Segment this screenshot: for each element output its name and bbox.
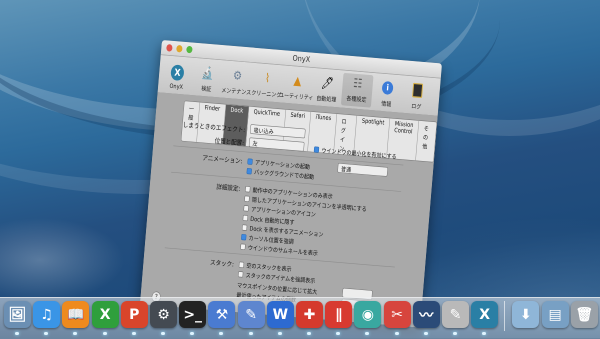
running-indicator — [161, 332, 165, 335]
word-icon[interactable]: W — [266, 301, 294, 328]
running-indicator — [102, 332, 107, 335]
toolbar-onyx[interactable]: X OnyX — [161, 55, 194, 95]
broom-icon: ⌇ — [264, 70, 271, 86]
toolbar-verify[interactable]: 🔬 検証 — [191, 58, 224, 98]
detail-label: 詳細設定: — [216, 182, 241, 193]
anim-speed-popup[interactable]: 普通 — [337, 162, 389, 177]
screenshot-app-icon[interactable]: ◉ — [354, 301, 382, 328]
switch-icon: ☷ — [352, 75, 363, 91]
toolbar-parameters[interactable]: ☷ 各種設定 — [340, 72, 374, 108]
script-editor-icon[interactable]: ✎ — [442, 301, 469, 328]
documents-folder-icon[interactable]: ▤ — [541, 301, 569, 328]
toolbar-label: メンテナンス — [220, 87, 252, 97]
gear-icon: ⚙ — [232, 67, 243, 83]
tab-other[interactable]: その他 — [416, 121, 437, 162]
trash-icon[interactable]: 🗑 — [570, 301, 598, 328]
onyx-window: OnyX X OnyX 🔬 検証 ⚙ メンテナンス ⌇ クリーニング ▲ ユーテ… — [140, 40, 442, 328]
itunes-icon[interactable]: ♫ — [33, 301, 61, 328]
running-indicator — [15, 332, 19, 335]
downloads-folder-icon[interactable]: ⬇ — [512, 301, 540, 328]
toolbar-utilities[interactable]: ▲ ユーティリティ — [278, 65, 314, 105]
utility-icon: ▲ — [293, 72, 303, 88]
checkbox-box — [247, 158, 253, 165]
microscope-icon: 🔬 — [200, 65, 215, 81]
toolbar-label: 検証 — [200, 85, 212, 94]
activity-monitor-icon[interactable]: 〰 — [412, 301, 440, 328]
stack-label: スタック: — [209, 258, 235, 269]
preview-app-icon[interactable]: 🖼 — [4, 301, 31, 328]
checkbox-box — [245, 185, 251, 193]
toolbar-label: 各種設定 — [346, 95, 367, 104]
checkbox-box — [313, 146, 320, 153]
checkbox-box — [246, 167, 253, 175]
cross-app-icon[interactable]: ✚ — [296, 301, 323, 328]
toolbar-label: クリーニング — [250, 89, 282, 99]
checkbox-box — [243, 204, 249, 212]
toolbar-maintenance[interactable]: ⚙ メンテナンス — [221, 60, 254, 100]
toolbar-label: ユーティリティ — [278, 92, 314, 102]
info-icon: i — [379, 78, 396, 97]
settings-pane: 一般 Finder Dock QuickTime Safari iTunes ロ… — [140, 92, 438, 328]
running-indicator — [131, 332, 136, 335]
toolbar-label: 自動処理 — [315, 95, 337, 104]
running-indicator — [277, 332, 282, 335]
animation-label: アニメーション: — [202, 153, 243, 166]
onyx-x-icon: X — [169, 63, 186, 82]
xcode-icon[interactable]: ⚒ — [208, 301, 236, 328]
onyx-icon[interactable]: X — [471, 301, 499, 328]
excel-icon[interactable]: X — [91, 301, 119, 328]
running-indicator — [423, 332, 428, 335]
toolbar-info[interactable]: i 情報 — [371, 73, 404, 113]
log-icon — [409, 81, 426, 100]
checkbox-box — [240, 243, 246, 250]
running-indicator — [394, 332, 399, 335]
steam-icon[interactable]: ⚙ — [150, 301, 177, 328]
running-indicator — [307, 332, 311, 335]
toolbar-label: OnyX — [169, 82, 184, 91]
toolbar-label: 情報 — [380, 100, 392, 109]
checkbox-box — [238, 261, 245, 268]
checkbox-box — [242, 214, 249, 221]
toolbar-automation[interactable]: 🖊 自動処理 — [311, 68, 344, 108]
dock-separator — [504, 301, 506, 331]
checkbox-box — [241, 224, 248, 231]
ibooks-icon[interactable]: 📖 — [62, 301, 90, 328]
terminal-icon[interactable]: >_ — [179, 301, 207, 328]
checkbox-box — [244, 195, 250, 202]
checkbox-box — [237, 270, 244, 278]
pdf-tool-icon[interactable]: ✂ — [383, 301, 411, 328]
window-layer: OnyX X OnyX 🔬 検証 ⚙ メンテナンス ⌇ クリーニング ▲ ユーテ… — [0, 0, 600, 338]
powerpoint-icon[interactable]: P — [120, 301, 148, 328]
parallels-icon[interactable]: ∥ — [325, 301, 353, 328]
automation-icon: 🖊 — [320, 75, 335, 91]
checkbox-box — [241, 233, 247, 241]
running-indicator — [453, 332, 457, 335]
toolbar-label: ログ — [410, 103, 422, 111]
instruments-icon[interactable]: ✎ — [237, 301, 265, 328]
running-indicator — [248, 332, 253, 335]
toolbar-log[interactable]: ログ — [401, 75, 434, 115]
